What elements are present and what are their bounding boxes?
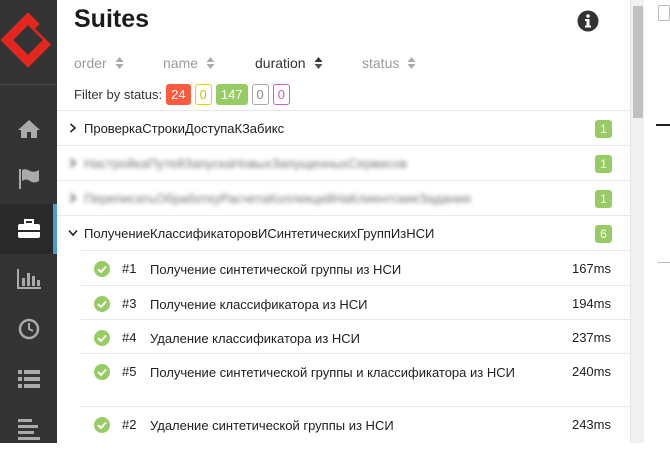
suite-count-badge: 1	[595, 155, 612, 173]
sort-arrows-icon	[407, 57, 416, 69]
test-case-row[interactable]: #3 Получение классификатора из НСИ 194ms	[81, 285, 630, 319]
suite-name: ПереписатьОбработкуРасчетаКоллекцийНаКли…	[84, 191, 471, 206]
test-case-number: #4	[122, 330, 137, 345]
suite-name: НастройкаПутейЗапускаНовыхЗапущенныхСерв…	[84, 156, 408, 171]
suite-row-expanded[interactable]: ПолучениеКлассификаторовИСинтетическихГр…	[57, 215, 630, 250]
test-case-name: Получение синтетической группы из НСИ	[150, 262, 402, 277]
suite-name: ПолучениеКлассификаторовИСинтетическихГр…	[84, 226, 435, 241]
test-case-row[interactable]: #2 Удаление синтетической группы из НСИ …	[81, 406, 630, 441]
sort-name[interactable]: name	[163, 54, 255, 72]
suite-row[interactable]: ПереписатьОбработкуРасчетаКоллекцийНаКли…	[57, 180, 630, 215]
test-case-duration: 237ms	[571, 330, 611, 345]
nav-timeline[interactable]	[0, 304, 57, 354]
passed-check-icon	[94, 364, 110, 380]
test-case-number: #2	[122, 417, 137, 432]
passed-check-icon	[94, 417, 110, 433]
test-case-name: Получение классификатора из НСИ	[150, 297, 368, 312]
sort-controls: order name duration status	[74, 54, 442, 72]
align-left-icon	[17, 419, 40, 440]
briefcase-icon	[17, 219, 40, 238]
flag-icon	[18, 169, 39, 189]
info-icon[interactable]	[577, 10, 599, 32]
test-case-duration: 167ms	[571, 261, 611, 276]
chevron-down-icon	[68, 229, 78, 237]
filter-passed-badge[interactable]: 147	[215, 84, 248, 105]
test-case-row[interactable]: #5 Получение синтетической группы и клас…	[81, 353, 630, 406]
document-icon	[658, 5, 670, 21]
test-case-number: #5	[122, 364, 137, 379]
test-case-duration: 243ms	[571, 417, 611, 432]
clock-icon	[18, 318, 39, 340]
vertical-scrollbar[interactable]	[630, 0, 644, 443]
home-icon	[17, 120, 40, 138]
test-case-duration: 240ms	[571, 364, 611, 379]
bar-chart-icon	[16, 269, 41, 289]
test-case-name: Удаление синтетической группы из НСИ	[150, 418, 394, 433]
nav-suites[interactable]	[0, 204, 57, 254]
sort-duration[interactable]: duration	[255, 54, 362, 72]
suites-panel: Suites order name duration status Filter…	[57, 0, 630, 443]
status-filter: Filter by status: 24 0 147 0 0	[74, 84, 291, 105]
sidebar	[0, 0, 60, 443]
nav-categories[interactable]	[0, 154, 57, 204]
passed-check-icon	[94, 296, 110, 312]
chevron-right-icon	[69, 158, 77, 168]
scrollbar-thumb[interactable]	[633, 6, 643, 118]
detail-pane-edge	[644, 0, 670, 443]
test-case-number: #1	[122, 261, 137, 276]
divider	[656, 124, 670, 126]
divider	[658, 262, 670, 263]
nav-packages[interactable]	[0, 404, 57, 454]
suite-count-badge: 1	[595, 190, 612, 208]
chevron-right-icon	[69, 193, 77, 203]
test-case-number: #3	[122, 296, 137, 311]
test-case-name: Получение синтетической группы и классиф…	[150, 365, 515, 380]
filter-skipped-badge[interactable]: 0	[251, 84, 269, 105]
passed-check-icon	[94, 330, 110, 346]
suite-row[interactable]: НастройкаПутейЗапускаНовыхЗапущенныхСерв…	[57, 145, 630, 180]
filter-label: Filter by status:	[74, 87, 163, 102]
test-case-name: Удаление классификатора из НСИ	[150, 331, 361, 346]
allure-logo[interactable]	[0, 0, 60, 85]
filter-unknown-badge[interactable]: 0	[272, 84, 291, 105]
nav-overview[interactable]	[0, 104, 57, 154]
list-icon	[17, 370, 40, 388]
filter-failed-badge[interactable]: 24	[166, 84, 191, 105]
sort-arrows-icon	[115, 57, 124, 69]
suites-tree: ПроверкаСтрокиДоступаКЗабикс 1 Настройка…	[57, 110, 630, 441]
page-title: Suites	[74, 5, 150, 33]
suite-name: ПроверкаСтрокиДоступаКЗабикс	[84, 121, 285, 136]
sort-status[interactable]: status	[362, 54, 442, 72]
nav-behaviors[interactable]	[0, 354, 57, 404]
test-case-duration: 194ms	[571, 296, 611, 311]
suite-count-badge: 1	[595, 120, 612, 138]
suite-count-badge: 6	[595, 225, 612, 243]
sort-order[interactable]: order	[74, 54, 163, 72]
nav-graphs[interactable]	[0, 254, 57, 304]
passed-check-icon	[94, 261, 110, 277]
chevron-right-icon	[69, 123, 77, 133]
filter-broken-badge[interactable]: 0	[194, 84, 212, 105]
sort-asc-icon	[314, 57, 323, 69]
test-case-row[interactable]: #1 Получение синтетической группы из НСИ…	[81, 250, 630, 285]
test-case-row[interactable]: #4 Удаление классификатора из НСИ 237ms	[81, 319, 630, 353]
suite-row[interactable]: ПроверкаСтрокиДоступаКЗабикс 1	[57, 110, 630, 145]
sort-arrows-icon	[206, 57, 215, 69]
